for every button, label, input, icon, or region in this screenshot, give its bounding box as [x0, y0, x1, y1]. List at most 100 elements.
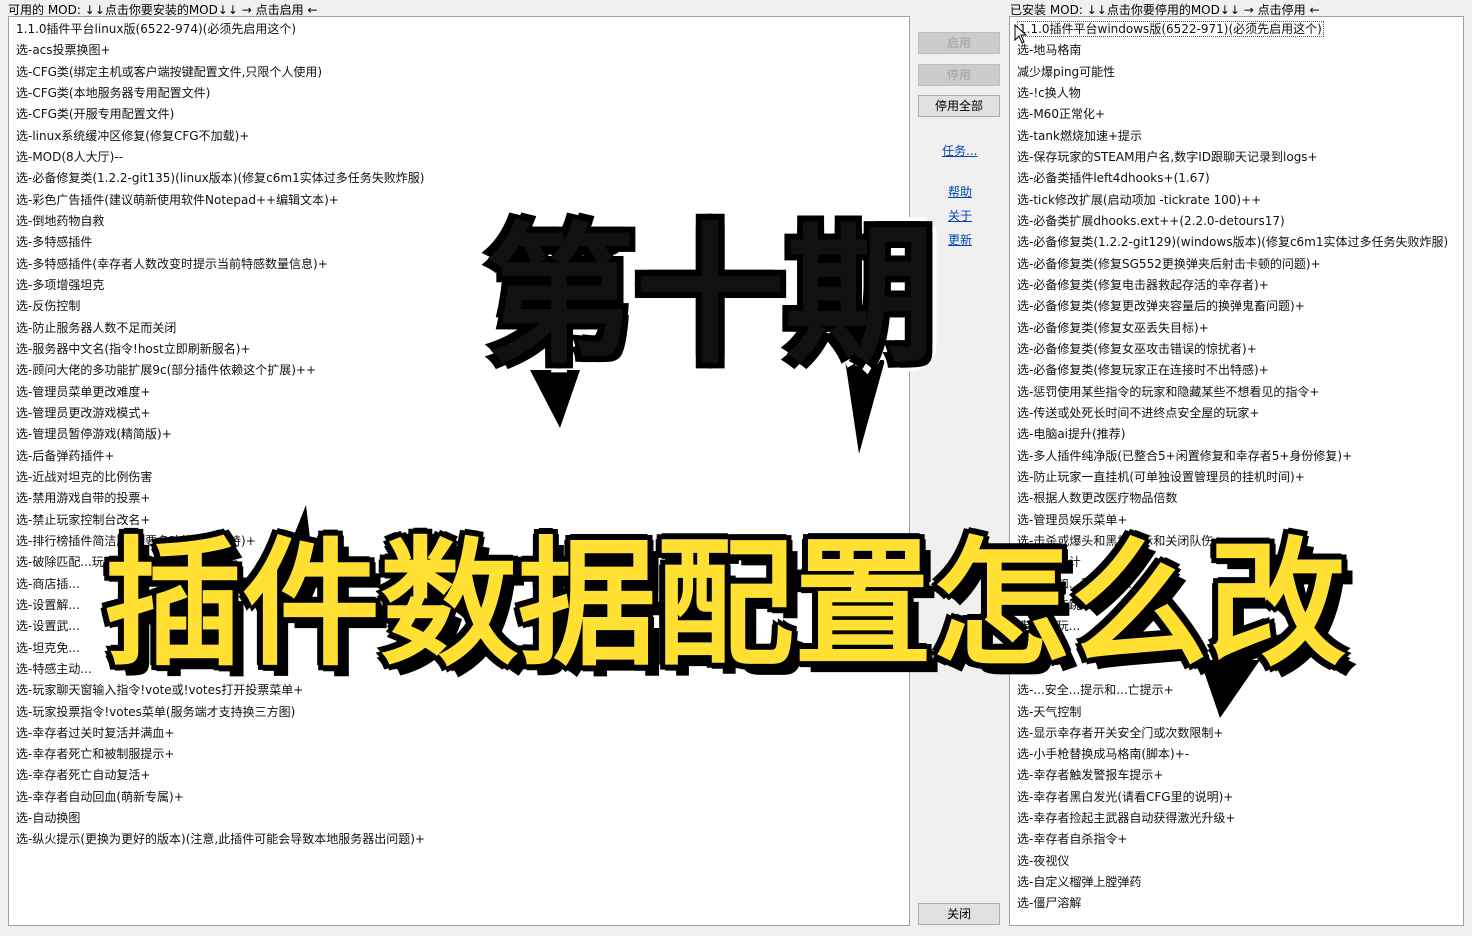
list-item-label: 1.1.0插件平台linux版(6522-974)(必须先启用这个): [16, 22, 297, 36]
list-item[interactable]: 选-CFG类(本地服务器专用配置文件): [9, 83, 909, 104]
list-item[interactable]: 选-多人插件纯净版(已整合5+闲置修复和幸存者5+身份修复)+: [1010, 446, 1463, 467]
list-item-label: 选-电脑ai提升(推荐): [1017, 427, 1126, 442]
list-item[interactable]: 选-自动换图: [9, 808, 909, 829]
list-item[interactable]: 选-自定义榴弹上膛弹药: [1010, 872, 1463, 893]
about-link[interactable]: 关于: [948, 207, 972, 224]
list-item[interactable]: 选-必备修复类(修复更改弹夹容量后的换弹鬼畜问题)+: [1010, 296, 1463, 317]
disable-button[interactable]: 停用: [918, 64, 1000, 86]
list-item-label: 选-必备类扩展dhooks.ext++(2.2.0-detours17): [1017, 213, 1285, 228]
list-item[interactable]: 选-必备修复类(修复女巫攻击错误的惊扰者)+: [1010, 339, 1463, 360]
list-item[interactable]: 选-小手枪替换成马格南(脚本)+-: [1010, 744, 1463, 765]
list-item-label: 选-MOD(8人大厅)--: [16, 149, 124, 164]
list-item-label: 选-必备修复类(修复SG552更换弹夹后射击卡顿的问题)+: [1017, 256, 1321, 271]
list-item-label: 选-必备修复类(修复女巫丢失目标)+: [1017, 320, 1209, 335]
list-item[interactable]: 选-管理员更改游戏模式+: [9, 403, 909, 424]
list-item-label: 选-多人插件纯净版(已整合5+闲置修复和幸存者5+身份修复)+: [1017, 448, 1353, 463]
list-item[interactable]: 选-幸存者捡起主武器自动获得激光升级+: [1010, 808, 1463, 829]
list-item-label: 选-反伤控制: [16, 299, 81, 314]
list-item[interactable]: 选-后备弹药插件+: [9, 446, 909, 467]
list-item-label: 选-多项增强坦克: [16, 277, 105, 292]
enable-button[interactable]: 启用: [918, 32, 1000, 54]
list-item-label: 选-倒地药物自救: [16, 213, 105, 228]
list-item[interactable]: 选-必备修复类(1.2.2-git135)(linux版本)(修复c6m1实体过…: [9, 168, 909, 189]
disable-all-button[interactable]: 停用全部: [918, 95, 1000, 117]
list-item[interactable]: 选-必备修复类(修复玩家正在连接时不出特感)+: [1010, 360, 1463, 381]
list-item[interactable]: 选-显示幸存者开关安全门或次数限制+: [1010, 723, 1463, 744]
list-item-label: 选-天气控制: [1017, 704, 1082, 719]
list-item[interactable]: 选-保存玩家的STEAM用户名,数字ID跟聊天记录到logs+: [1010, 147, 1463, 168]
list-item-label: 选-玩家聊天窗输入指令!vote或!votes打开投票菜单+: [16, 683, 304, 698]
list-item-label: 选-CFG类(本地服务器专用配置文件): [16, 85, 211, 100]
list-item[interactable]: 选-幸存者黑白发光(请看CFG里的说明)+: [1010, 787, 1463, 808]
list-item-label: 选-幸存者死亡自动复活+: [16, 768, 151, 783]
list-item[interactable]: 选-MOD(8人大厅)--: [9, 147, 909, 168]
help-link[interactable]: 帮助: [948, 183, 972, 200]
list-item[interactable]: 选-必备类插件left4dhooks+(1.67): [1010, 168, 1463, 189]
list-item[interactable]: 选-纵火提示(更换为更好的版本)(注意,此插件可能会导致本地服务器出问题)+: [9, 829, 909, 850]
list-item[interactable]: 选-tick修改扩展(启动项加 -tickrate 100)++: [1010, 190, 1463, 211]
list-item[interactable]: 选-禁用游戏自带的投票+: [9, 488, 909, 509]
list-item[interactable]: 选-防止玩家一直挂机(可单独设置管理员的挂机时间)+: [1010, 467, 1463, 488]
list-item[interactable]: 选-彩色广告插件(建议萌新使用软件Notepad++编辑文本)+: [9, 190, 909, 211]
list-item-label: 选-必备修复类(1.2.2-git129)(windows版本)(修复c6m1实…: [1017, 235, 1449, 250]
list-item[interactable]: 1.1.0插件平台linux版(6522-974)(必须先启用这个): [9, 19, 909, 40]
list-item[interactable]: 选-幸存者触发警报车提示+: [1010, 765, 1463, 786]
list-item[interactable]: 选-必备类扩展dhooks.ext++(2.2.0-detours17): [1010, 211, 1463, 232]
list-item[interactable]: 选-传送或处死长时间不进终点安全屋的玩家+: [1010, 403, 1463, 424]
list-item-label: 选-彩色广告插件(建议萌新使用软件Notepad++编辑文本)+: [16, 192, 339, 207]
list-item[interactable]: 选-tank燃烧加速+提示: [1010, 126, 1463, 147]
tasks-link[interactable]: 任务...: [942, 142, 977, 159]
mouse-cursor-icon: [1014, 24, 1028, 44]
list-item[interactable]: 选-!c换人物: [1010, 83, 1463, 104]
list-item-label: 选-acs投票换图+: [16, 43, 111, 58]
list-item[interactable]: 选-幸存者自杀指令+: [1010, 829, 1463, 850]
list-item-label: 选-后备弹药插件+: [16, 448, 115, 463]
list-item[interactable]: 选-必备修复类(修复电击器救起存活的幸存者)+: [1010, 275, 1463, 296]
list-item[interactable]: 选-CFG类(绑定主机或客户端按键配置文件,只限个人使用): [9, 62, 909, 83]
installed-mods-list[interactable]: 1.1.0插件平台windows版(6522-971)(必须先启用这个) 选-地马…: [1009, 16, 1464, 926]
list-item-label: 选-地马格南: [1017, 43, 1082, 58]
list-item[interactable]: 减少爆ping可能性: [1010, 62, 1463, 83]
available-mods-list[interactable]: 1.1.0插件平台linux版(6522-974)(必须先启用这个) 选-acs投…: [8, 16, 910, 926]
list-item-label: 选-多特感插件: [16, 235, 93, 250]
list-item[interactable]: 选-幸存者死亡和被制服提示+: [9, 744, 909, 765]
list-item-label: 选-幸存者捡起主武器自动获得激光升级+: [1017, 811, 1236, 826]
list-item-label: 选-必备修复类(修复电击器救起存活的幸存者)+: [1017, 277, 1269, 292]
list-item[interactable]: 选-幸存者自动回血(萌新专属)+: [9, 787, 909, 808]
list-item-label: 选-顾问大佬的多功能扩展9c(部分插件依赖这个扩展)++: [16, 363, 317, 378]
list-item-label: 选-幸存者过关时复活并满血+: [16, 725, 175, 740]
list-item-label: 选-惩罚使用某些指令的玩家和隐藏某些不想看见的指令+: [1017, 384, 1320, 399]
list-item[interactable]: 选-acs投票换图+: [9, 40, 909, 61]
list-item[interactable]: 1.1.0插件平台windows版(6522-971)(必须先启用这个): [1010, 19, 1463, 40]
list-item-label: 选-保存玩家的STEAM用户名,数字ID跟聊天记录到logs+: [1017, 149, 1318, 164]
topic-title-overlay: 插件数据配置怎么改: [103, 524, 1346, 685]
list-item-label: 选-必备修复类(修复玩家正在连接时不出特感)+: [1017, 363, 1269, 378]
list-item[interactable]: 选-僵尸溶解: [1010, 893, 1463, 914]
list-item-label: 选-幸存者自动回血(萌新专属)+: [16, 789, 184, 804]
list-item-label: 选-夜视仪: [1017, 853, 1070, 868]
list-item[interactable]: 选-根据人数更改医疗物品倍数: [1010, 488, 1463, 509]
list-item[interactable]: 选-必备修复类(修复女巫丢失目标)+: [1010, 318, 1463, 339]
list-item[interactable]: 选-夜视仪: [1010, 851, 1463, 872]
list-item[interactable]: 选-必备修复类(1.2.2-git129)(windows版本)(修复c6m1实…: [1010, 232, 1463, 253]
list-item-label: 选-根据人数更改医疗物品倍数: [1017, 491, 1178, 506]
list-item[interactable]: 选-近战对坦克的比例伤害: [9, 467, 909, 488]
list-item[interactable]: 选-地马格南: [1010, 40, 1463, 61]
list-item[interactable]: 选-必备修复类(修复SG552更换弹夹后射击卡顿的问题)+: [1010, 254, 1463, 275]
list-item[interactable]: 选-linux系统缓冲区修复(修复CFG不加载)+: [9, 126, 909, 147]
list-item-label: 选-M60正常化+: [1017, 107, 1106, 122]
list-item[interactable]: 选-管理员暂停游戏(精简版)+: [9, 424, 909, 445]
list-item-label: 选-幸存者触发警报车提示+: [1017, 768, 1164, 783]
list-item[interactable]: 选-玩家投票指令!votes菜单(服务端才支持换三方图): [9, 702, 909, 723]
list-item[interactable]: 选-CFG类(开服专用配置文件): [9, 104, 909, 125]
update-link[interactable]: 更新: [948, 231, 972, 248]
list-item[interactable]: 选-幸存者死亡自动复活+: [9, 765, 909, 786]
list-item-label: 选-必备修复类(修复更改弹夹容量后的换弹鬼畜问题)+: [1017, 299, 1305, 314]
list-item[interactable]: 选-惩罚使用某些指令的玩家和隐藏某些不想看见的指令+: [1010, 382, 1463, 403]
list-item[interactable]: 选-M60正常化+: [1010, 104, 1463, 125]
list-item[interactable]: 选-幸存者过关时复活并满血+: [9, 723, 909, 744]
list-item[interactable]: 选-电脑ai提升(推荐): [1010, 424, 1463, 445]
list-item[interactable]: 选-管理员菜单更改难度+: [9, 382, 909, 403]
close-button[interactable]: 关闭: [918, 903, 1000, 925]
list-item-label: 选-自动换图: [16, 811, 81, 826]
